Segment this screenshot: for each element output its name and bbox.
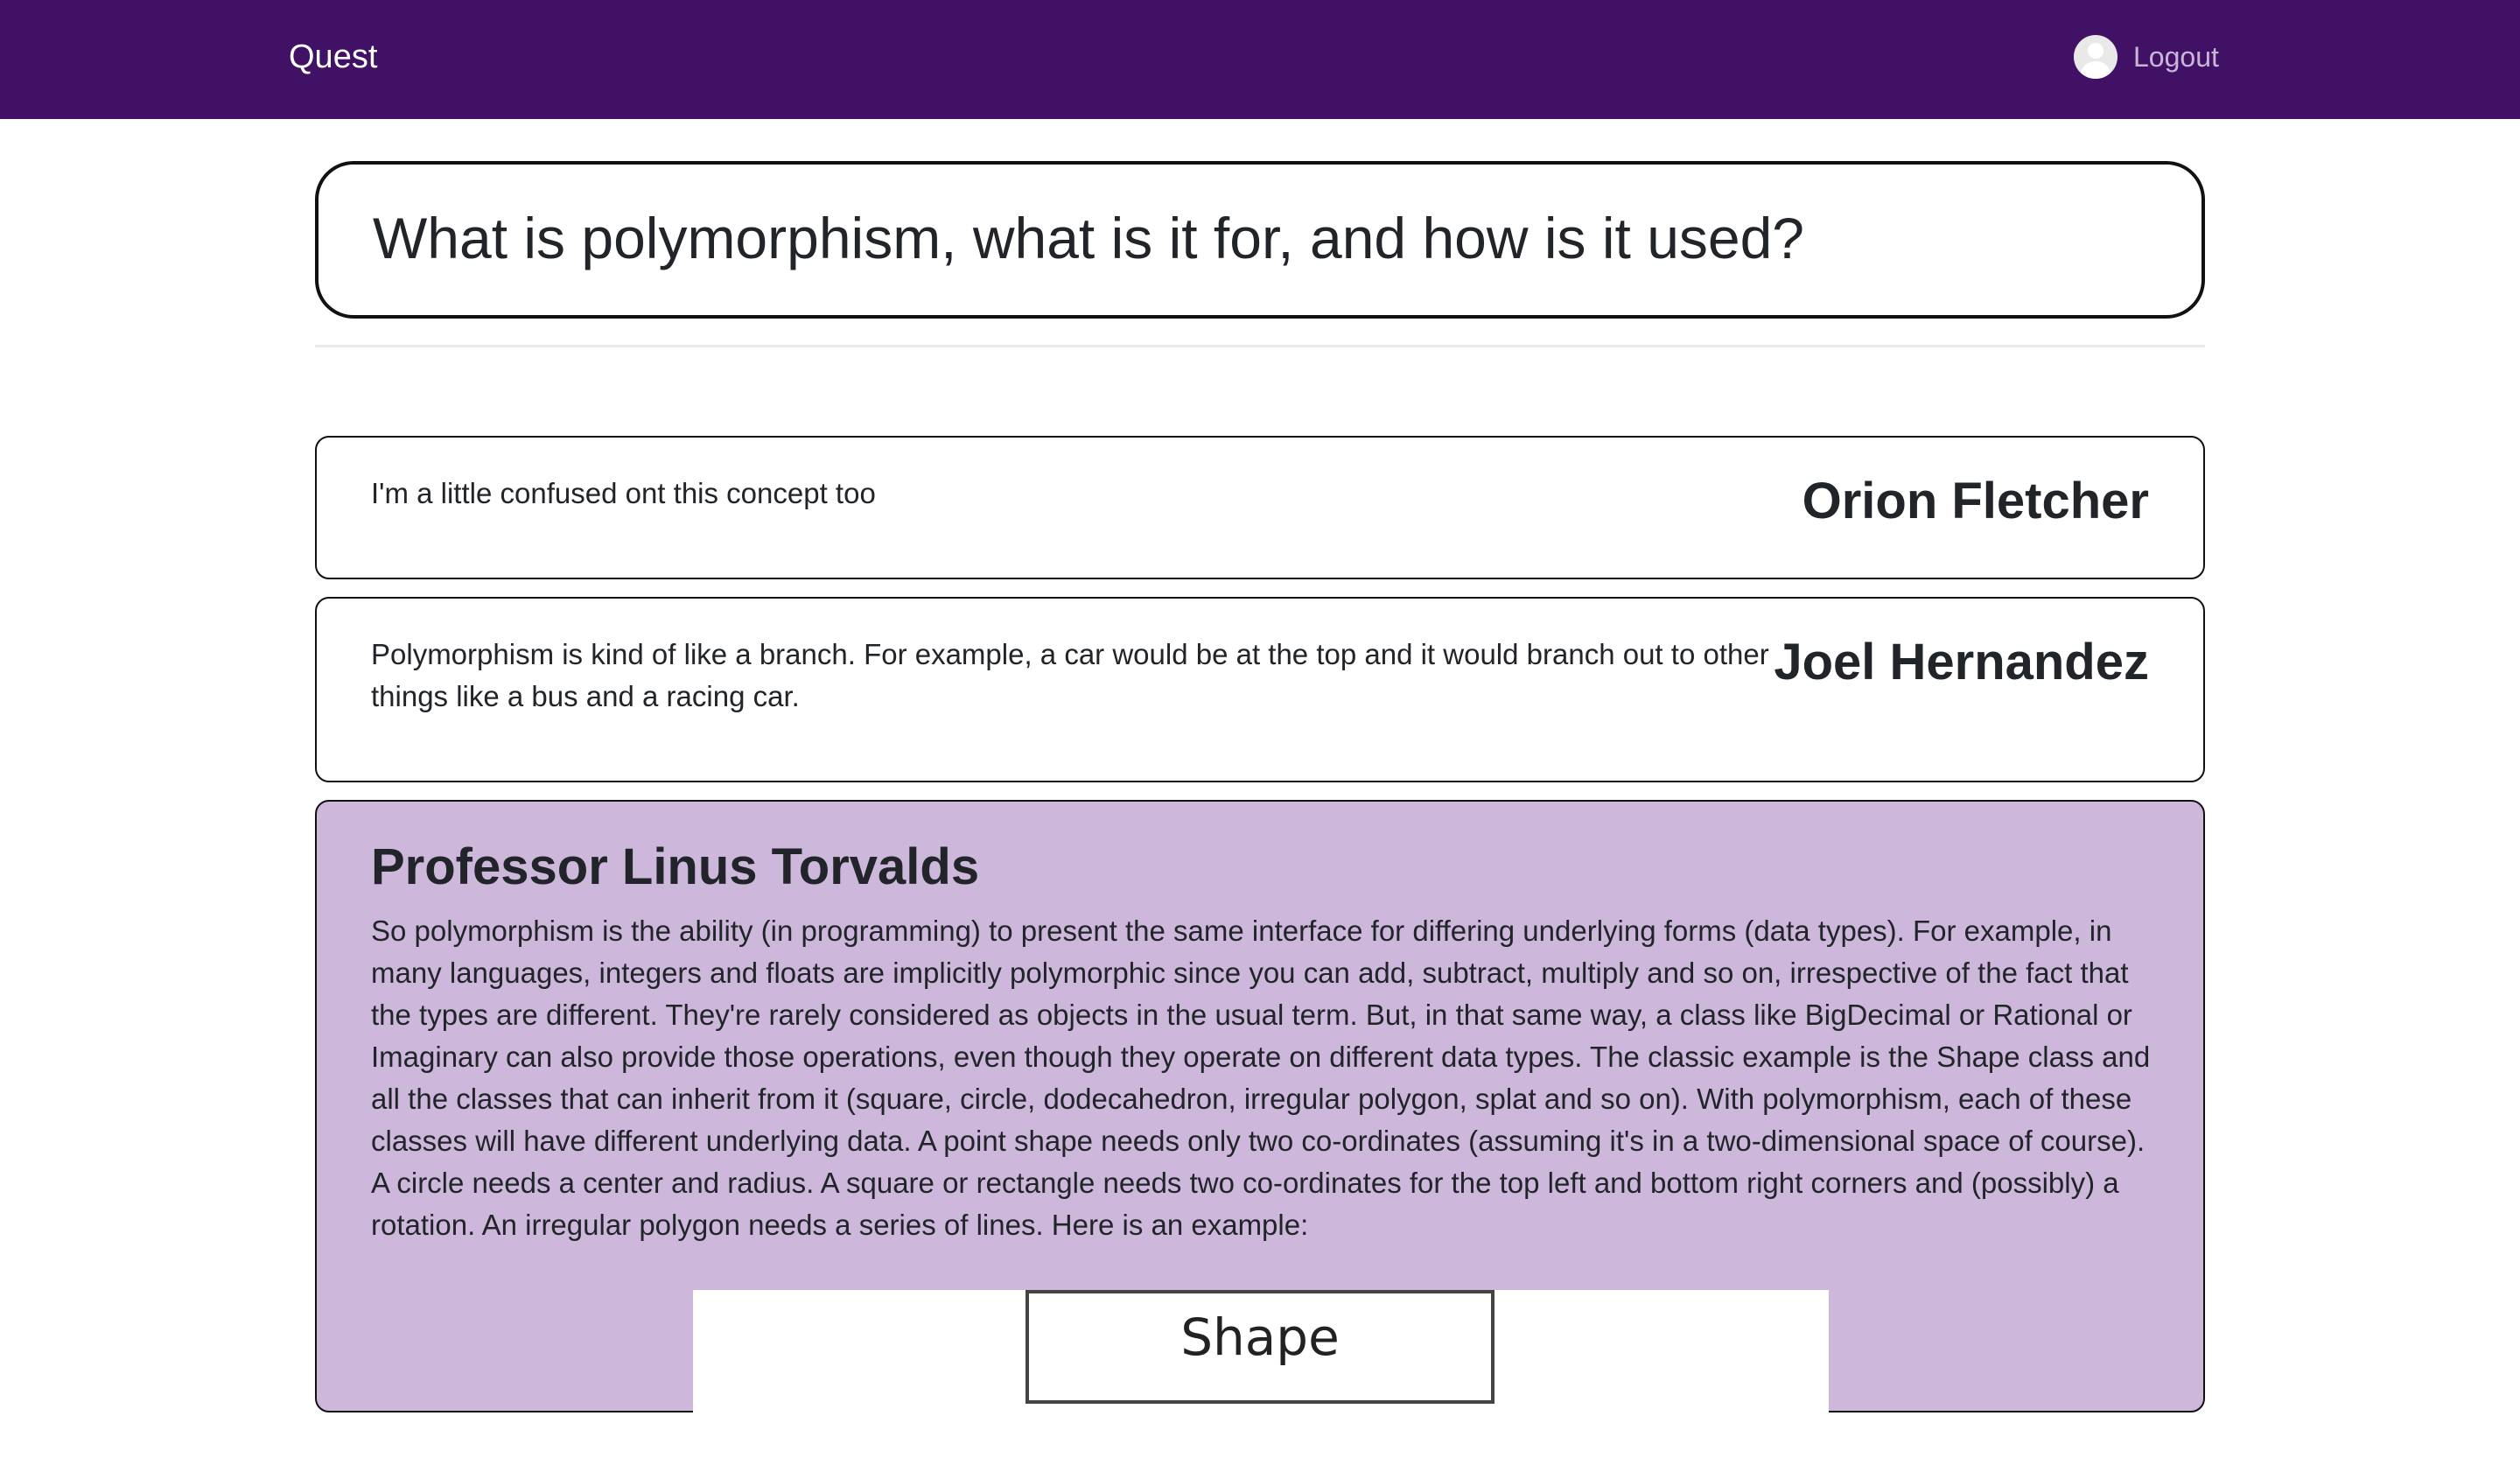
answer-text: Polymorphism is kind of like a branch. F…: [371, 638, 1769, 712]
top-navbar: Quest Logout: [0, 0, 2520, 119]
question-card: What is polymorphism, what is it for, an…: [315, 161, 2205, 319]
user-avatar-icon[interactable]: [2074, 35, 2118, 79]
logout-link[interactable]: Logout: [2133, 35, 2219, 79]
answer-author: Orion Fletcher: [1802, 473, 2149, 529]
shape-class-box: Shape: [1026, 1290, 1494, 1404]
avatar-head: [2088, 43, 2104, 59]
professor-author: Professor Linus Torvalds: [371, 838, 980, 895]
answer-text: I'm a little confused ont this concept t…: [371, 477, 876, 509]
divider: [315, 345, 2205, 347]
professor-answer-text: So polymorphism is the ability (in progr…: [371, 915, 2151, 1241]
brand-logo[interactable]: Quest: [289, 35, 377, 79]
answer-card: Polymorphism is kind of like a branch. F…: [315, 597, 2205, 782]
answer-author: Joel Hernandez: [1774, 634, 2149, 690]
class-diagram-image: Shape: [693, 1290, 1829, 1465]
professor-answer-card: Professor Linus Torvalds So polymorphism…: [315, 800, 2205, 1465]
avatar-body: [2081, 61, 2110, 79]
shape-class-label: Shape: [1180, 1307, 1340, 1367]
answer-card: I'm a little confused ont this concept t…: [315, 436, 2205, 579]
user-menu[interactable]: Logout: [2074, 35, 2219, 79]
question-title: What is polymorphism, what is it for, an…: [373, 206, 1805, 270]
